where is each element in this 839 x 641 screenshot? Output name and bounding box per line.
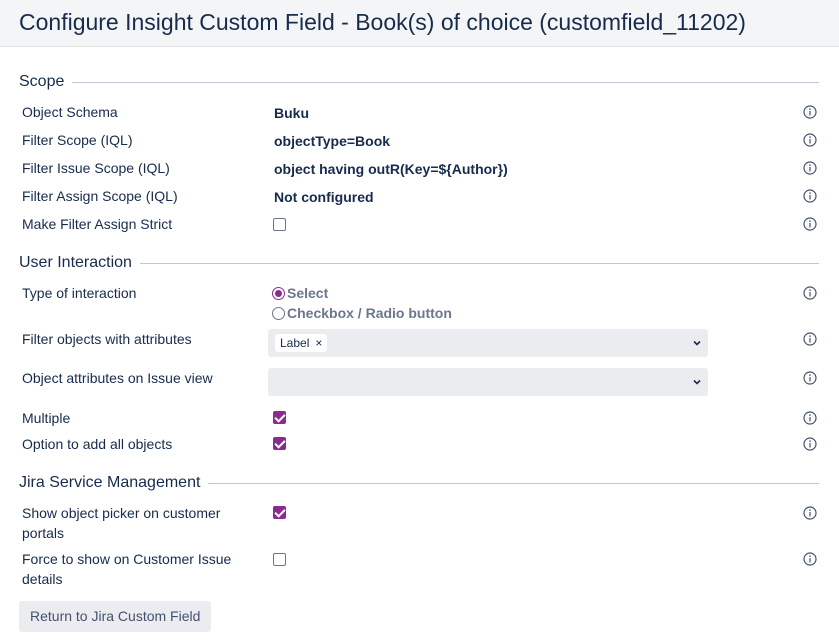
filter-scope-value: objectType=Book [274, 133, 391, 149]
info-icon[interactable] [803, 332, 817, 346]
info-icon[interactable] [803, 437, 817, 451]
filter-assign-scope-value: Not configured [274, 189, 374, 205]
info-icon[interactable] [803, 506, 817, 520]
filter-assign-scope-label: Filter Assign Scope (IQL) [22, 188, 178, 204]
show-picker-checkbox[interactable] [273, 506, 286, 519]
radio-checkbox-label[interactable]: Checkbox / Radio button [287, 304, 452, 322]
info-icon[interactable] [803, 286, 817, 300]
filter-scope-label: Filter Scope (IQL) [22, 132, 133, 148]
info-icon[interactable] [803, 105, 817, 119]
close-icon[interactable]: × [315, 336, 322, 350]
attribute-chip: Label × [275, 334, 328, 352]
make-filter-assign-strict-checkbox[interactable] [273, 218, 286, 231]
multiple-checkbox[interactable] [273, 411, 286, 424]
info-icon[interactable] [803, 133, 817, 147]
add-all-objects-checkbox[interactable] [273, 437, 286, 450]
return-to-custom-field-button[interactable]: Return to Jira Custom Field [19, 601, 212, 632]
page-header: Configure Insight Custom Field - Book(s)… [0, 0, 839, 47]
filter-issue-scope-value: object having outR(Key=${Author}) [274, 161, 508, 177]
filter-objects-label: Filter objects with attributes [22, 331, 192, 347]
info-icon[interactable] [803, 217, 817, 231]
force-show-label-line1: Force to show on Customer Issue [22, 551, 232, 567]
info-icon[interactable] [803, 189, 817, 203]
info-icon[interactable] [803, 552, 817, 566]
chip-label: Label [280, 336, 310, 350]
radio-select[interactable] [272, 286, 285, 300]
multiple-label: Multiple [22, 410, 71, 426]
radio-checkbox-option[interactable]: Checkbox / Radio button [272, 304, 452, 322]
force-show-label-line2: details [22, 571, 63, 587]
filter-issue-scope-label: Filter Issue Scope (IQL) [22, 160, 170, 176]
radio-select-label[interactable]: Select [287, 284, 328, 302]
object-attributes-label: Object attributes on Issue view [22, 370, 213, 386]
info-icon[interactable] [803, 411, 817, 425]
make-filter-assign-strict-label: Make Filter Assign Strict [22, 216, 173, 232]
type-of-interaction-label: Type of interaction [22, 285, 137, 301]
show-picker-label-line2: portals [22, 525, 65, 541]
object-schema-value: Buku [274, 105, 309, 121]
object-attributes-select[interactable] [268, 368, 708, 396]
scope-divider [19, 82, 819, 83]
chevron-down-icon[interactable] [692, 338, 702, 348]
page-title: Configure Insight Custom Field - Book(s)… [19, 9, 746, 35]
object-schema-label: Object Schema [22, 104, 118, 120]
show-picker-label-line1: Show object picker on customer [22, 505, 221, 521]
info-icon[interactable] [803, 161, 817, 175]
radio-select-option[interactable]: Select [272, 284, 328, 302]
section-title-jsm: Jira Service Management [19, 473, 209, 493]
add-all-objects-label: Option to add all objects [22, 436, 173, 452]
radio-checkbox[interactable] [272, 306, 285, 320]
force-show-checkbox[interactable] [273, 553, 286, 566]
section-title-scope: Scope [19, 72, 73, 92]
section-title-user-interaction: User Interaction [19, 253, 140, 273]
chevron-down-icon[interactable] [692, 377, 702, 387]
filter-objects-select[interactable]: Label × [268, 329, 708, 357]
info-icon[interactable] [803, 371, 817, 385]
